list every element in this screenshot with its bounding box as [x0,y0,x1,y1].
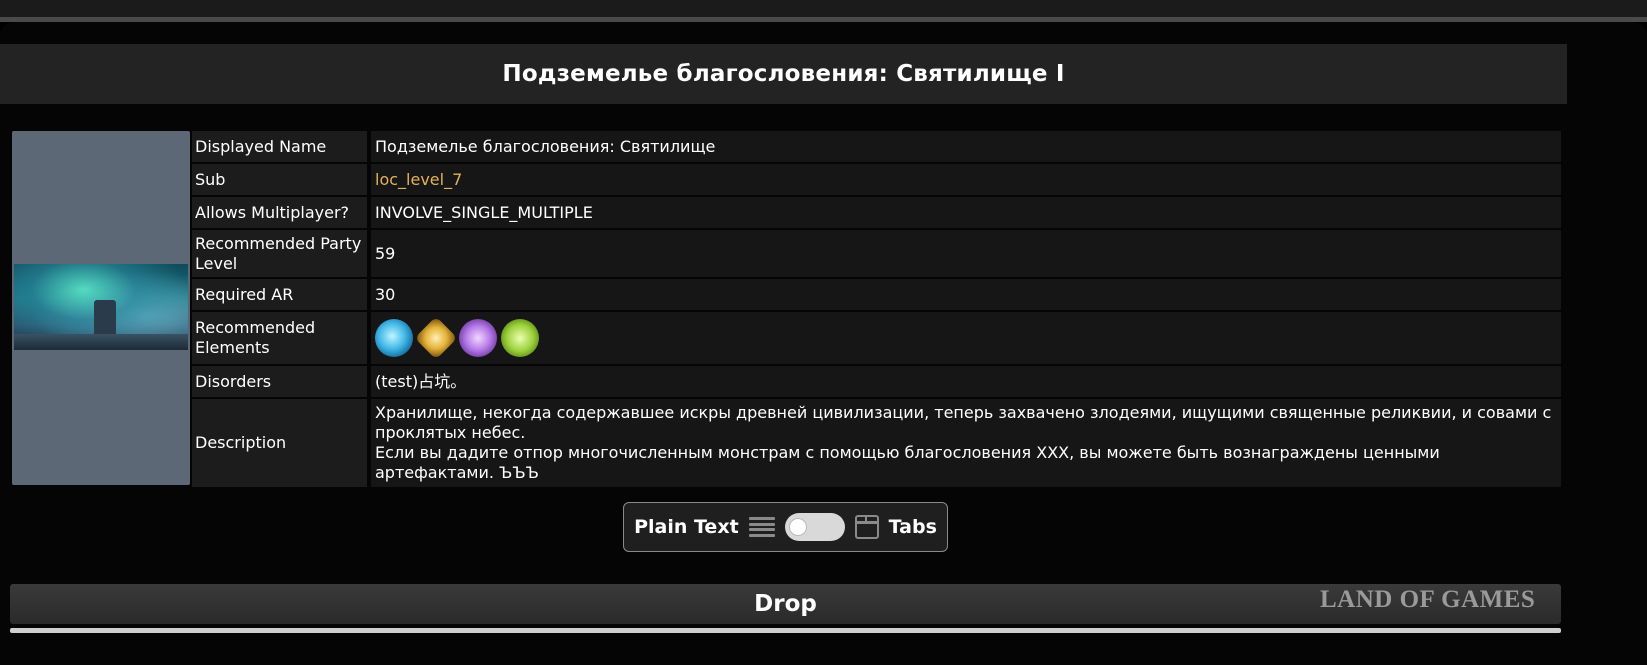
table-row: Recommended Elements [192,312,1561,364]
domain-image [14,264,188,350]
list-lines-icon [748,517,775,537]
dendro-icon [501,319,539,357]
drop-divider [10,628,1561,633]
plain-text-label[interactable]: Plain Text [634,516,739,538]
watermark-logo: LAND OF GAMES [1320,586,1536,613]
row-label: Recommended Elements [192,312,367,364]
table-row: Disorders (test)占坑。 [192,366,1561,397]
row-label: Allows Multiplayer? [192,197,367,228]
description-value: Хранилище, некогда содержавшее искры дре… [371,399,1561,487]
geo-icon [414,316,458,360]
description-paragraph: Если вы дадите отпор многочисленным монс… [375,443,1440,482]
element-list [375,316,539,360]
switch-knob [789,519,806,535]
drop-title: Drop [754,591,817,617]
domain-thumbnail [12,131,190,485]
table-row: Displayed Name Подземелье благословения:… [192,131,1561,162]
row-label: Required AR [192,279,367,310]
party-level-value: 59 [371,230,1561,277]
top-bar [0,0,1647,17]
disorders-value: (test)占坑。 [371,366,1561,397]
elements-value [371,312,1561,364]
hydro-icon [375,319,413,357]
tabs-label[interactable]: Tabs [889,516,937,538]
row-label: Recommended Party Level [192,230,367,277]
info-table: Displayed Name Подземелье благословения:… [192,131,1561,489]
table-row: Required AR 30 [192,279,1561,310]
page-header: Подземелье благословения: Святилище I [0,44,1567,104]
table-row: Sub loc_level_7 [192,164,1561,195]
table-row: Description Хранилище, некогда содержавш… [192,399,1561,487]
multiplayer-value: INVOLVE_SINGLE_MULTIPLE [371,197,1561,228]
row-label: Sub [192,164,367,195]
table-row: Allows Multiplayer? INVOLVE_SINGLE_MULTI… [192,197,1561,228]
required-ar-value: 30 [371,279,1561,310]
view-toggle: Plain Text Tabs [623,502,948,552]
row-label: Description [192,399,367,487]
tabs-icon [854,515,879,539]
row-label: Displayed Name [192,131,367,162]
sub-link[interactable]: loc_level_7 [371,164,1561,195]
electro-icon [459,319,497,357]
row-label: Disorders [192,366,367,397]
displayed-name-value: Подземелье благословения: Святилище [371,131,1561,162]
view-mode-switch[interactable] [784,513,845,541]
description-paragraph: Хранилище, некогда содержавшее искры дре… [375,403,1552,442]
page-title: Подземелье благословения: Святилище I [502,61,1065,87]
table-row: Recommended Party Level 59 [192,230,1561,277]
